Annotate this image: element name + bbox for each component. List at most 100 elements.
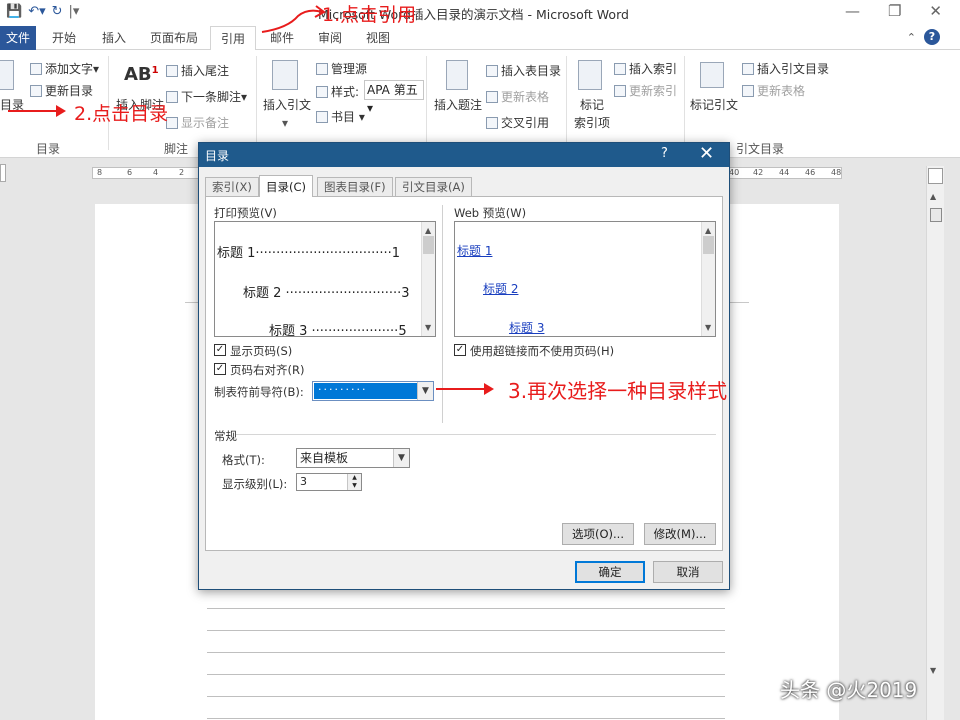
- cancel-button[interactable]: 取消: [653, 561, 723, 583]
- dialog-title: 目录: [205, 149, 230, 163]
- manage-sources-label: 管理源: [331, 62, 368, 76]
- manage-sources-button[interactable]: 管理源: [316, 60, 367, 77]
- use-hyperlinks-checkbox[interactable]: ✓: [454, 344, 466, 356]
- scroll-down-icon[interactable]: ▼: [425, 323, 431, 332]
- ruler-number: 8: [97, 168, 103, 177]
- format-select[interactable]: 来自模板 ▼: [296, 448, 410, 468]
- tab-table-of-figures[interactable]: 图表目录(F): [317, 177, 393, 197]
- use-hyperlinks-label[interactable]: 使用超链接而不使用页码(H): [470, 343, 614, 359]
- tab-insert[interactable]: 插入: [102, 26, 126, 50]
- close-window-button[interactable]: ✕: [929, 2, 942, 20]
- scroll-thumb[interactable]: [703, 236, 714, 254]
- show-page-numbers-checkbox[interactable]: ✓: [214, 344, 226, 356]
- print-preview-scrollbar[interactable]: ▲ ▼: [421, 222, 435, 336]
- tab-index[interactable]: 索引(X): [205, 177, 259, 197]
- redo-icon[interactable]: ↻: [52, 3, 63, 21]
- mark-entry-label-2[interactable]: 索引项: [574, 114, 610, 131]
- options-button[interactable]: 选项(O)...: [562, 523, 634, 545]
- update-table-button[interactable]: 更新表格: [486, 88, 549, 105]
- mark-entry-button[interactable]: 标记: [580, 96, 604, 113]
- web-preview-heading-3[interactable]: 标题 3: [509, 319, 544, 336]
- panel-divider: [442, 205, 443, 423]
- update-authorities-button[interactable]: 更新表格: [742, 82, 805, 99]
- group-separator: [256, 56, 257, 150]
- tab-toc[interactable]: 目录(C): [259, 175, 314, 197]
- scroll-up-icon[interactable]: ▲: [705, 226, 711, 235]
- quick-access-toolbar: 💾 ↶▾ ↻ |▾: [6, 3, 79, 21]
- chevron-down-icon[interactable]: ▼: [417, 382, 433, 400]
- customize-qat-icon[interactable]: |▾: [69, 3, 80, 21]
- tab-home[interactable]: 开始: [52, 26, 76, 50]
- scroll-thumb[interactable]: [423, 236, 434, 254]
- insert-footnote-icon[interactable]: AB1: [124, 64, 159, 85]
- mark-entry-icon[interactable]: [578, 60, 602, 90]
- update-table-label: 更新表格: [501, 90, 550, 104]
- insert-index-label: 插入索引: [629, 62, 678, 76]
- dialog-close-icon[interactable]: ✕: [699, 143, 714, 165]
- insert-caption-button[interactable]: 插入题注: [434, 96, 482, 113]
- section-divider: [236, 434, 716, 435]
- update-index-button[interactable]: 更新索引: [614, 82, 677, 99]
- web-preview-heading-2[interactable]: 标题 2: [483, 280, 518, 297]
- scroll-down-icon[interactable]: ▼: [930, 666, 936, 675]
- insert-index-icon: [614, 63, 626, 75]
- save-icon[interactable]: 💾: [6, 3, 22, 21]
- add-text-button[interactable]: 添加文字▾: [30, 60, 99, 77]
- show-page-numbers-label[interactable]: 显示页码(S): [230, 343, 292, 359]
- tab-selector[interactable]: [0, 164, 6, 182]
- bibliography-button[interactable]: 书目 ▾: [316, 108, 365, 125]
- insert-citation-dropdown-icon[interactable]: ▾: [282, 116, 288, 130]
- cross-reference-button[interactable]: 交叉引用: [486, 114, 549, 131]
- ruler-number: 40: [729, 168, 740, 177]
- vertical-scrollbar[interactable]: ▲ ▼: [926, 166, 944, 720]
- dialog-help-icon[interactable]: ?: [661, 146, 668, 161]
- levels-spinner[interactable]: 3 ▲ ▼: [296, 473, 362, 491]
- tab-leader-value: ·········: [314, 383, 417, 399]
- update-toc-button[interactable]: 更新目录: [30, 82, 93, 99]
- chevron-down-icon[interactable]: ▼: [393, 449, 409, 467]
- web-preview-scrollbar[interactable]: ▲ ▼: [701, 222, 715, 336]
- ok-button[interactable]: 确定: [575, 561, 645, 583]
- tab-table-of-authorities[interactable]: 引文目录(A): [395, 177, 472, 197]
- right-align-checkbox[interactable]: ✓: [214, 363, 226, 375]
- dialog-title-bar[interactable]: 目录 ? ✕: [199, 143, 729, 167]
- modify-button[interactable]: 修改(M)...: [644, 523, 716, 545]
- tab-view[interactable]: 视图: [366, 26, 390, 50]
- web-preview-heading-1[interactable]: 标题 1: [457, 242, 492, 259]
- minimize-button[interactable]: —: [845, 2, 860, 20]
- insert-caption-icon[interactable]: [446, 60, 468, 90]
- scroll-thumb[interactable]: [930, 208, 942, 222]
- mark-citation-icon[interactable]: [700, 62, 724, 88]
- insert-citation-icon[interactable]: [272, 60, 298, 90]
- update-index-label: 更新索引: [629, 84, 678, 98]
- scroll-up-icon[interactable]: ▲: [425, 226, 431, 235]
- spinner-arrows-icon[interactable]: ▲ ▼: [347, 474, 361, 490]
- show-notes-button[interactable]: 显示备注: [166, 114, 229, 131]
- insert-endnote-button[interactable]: 插入尾注: [166, 62, 229, 79]
- collapse-ribbon-icon[interactable]: ⌃: [907, 31, 916, 44]
- mark-citation-button[interactable]: 标记引文: [690, 96, 738, 113]
- right-align-label[interactable]: 页码右对齐(R): [230, 362, 304, 378]
- insert-table-of-authorities-label: 插入引文目录: [757, 62, 830, 76]
- group-label-footnotes: 脚注: [164, 142, 189, 156]
- insert-citation-button[interactable]: 插入引文: [263, 96, 311, 113]
- text-line: [207, 652, 725, 653]
- help-icon[interactable]: ?: [924, 29, 940, 45]
- tab-leader-select[interactable]: ········· ▼: [312, 381, 434, 401]
- insert-table-of-authorities-button[interactable]: 插入引文目录: [742, 60, 829, 77]
- print-preview-heading-3: 标题 3 ·····················5: [269, 324, 407, 337]
- view-ruler-icon[interactable]: [928, 168, 943, 184]
- tab-page-layout[interactable]: 页面布局: [150, 26, 198, 50]
- toc-icon[interactable]: [0, 60, 14, 90]
- annotation-arrow-1: [261, 5, 326, 33]
- scroll-down-icon[interactable]: ▼: [705, 323, 711, 332]
- next-footnote-button[interactable]: 下一条脚注▾: [166, 88, 247, 105]
- tab-references[interactable]: 引用: [210, 26, 257, 51]
- insert-index-button[interactable]: 插入索引: [614, 60, 677, 77]
- insert-table-of-figures-button[interactable]: 插入表目录: [486, 62, 561, 79]
- tab-file[interactable]: 文件: [0, 26, 36, 50]
- restore-button[interactable]: ❐: [888, 2, 901, 20]
- undo-icon[interactable]: ↶▾: [28, 3, 45, 21]
- citation-style-select[interactable]: APA 第五 ▾: [364, 80, 424, 115]
- scroll-up-icon[interactable]: ▲: [930, 192, 936, 201]
